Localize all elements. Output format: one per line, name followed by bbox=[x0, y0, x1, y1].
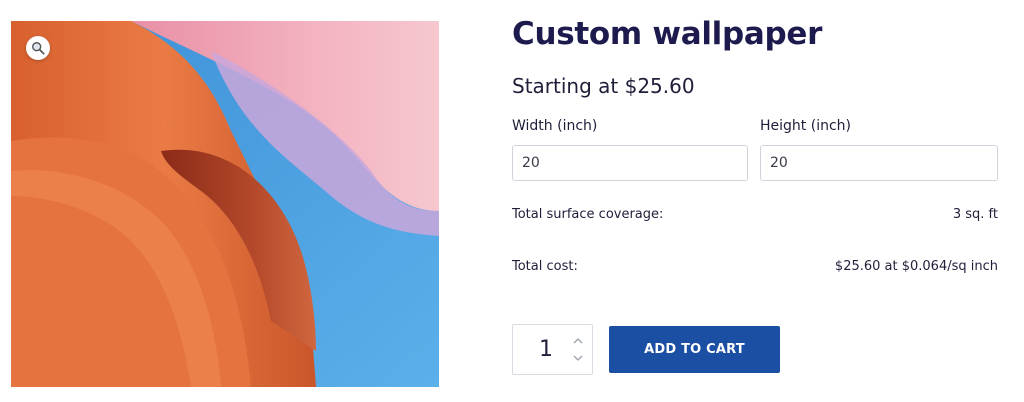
magnifier-icon bbox=[32, 42, 45, 55]
product-image[interactable] bbox=[11, 21, 439, 387]
width-label: Width (inch) bbox=[512, 118, 598, 134]
cost-value: $25.60 at $0.064/sq inch bbox=[834, 259, 998, 274]
height-input[interactable] bbox=[760, 145, 998, 181]
cost-label: Total cost: bbox=[512, 259, 578, 274]
quantity-stepper[interactable]: 1 bbox=[512, 324, 593, 375]
product-title: Custom wallpaper bbox=[512, 16, 823, 52]
height-label: Height (inch) bbox=[760, 118, 851, 134]
add-to-cart-button[interactable]: ADD TO CART bbox=[609, 326, 780, 373]
coverage-label: Total surface coverage: bbox=[512, 207, 664, 222]
price-text: Starting at $25.60 bbox=[512, 74, 695, 98]
chevron-down-icon[interactable] bbox=[572, 353, 584, 363]
width-input[interactable] bbox=[512, 145, 748, 181]
chevron-up-icon[interactable] bbox=[572, 336, 584, 346]
wallpaper-photo bbox=[11, 21, 439, 387]
quantity-value[interactable]: 1 bbox=[539, 337, 553, 362]
zoom-button[interactable] bbox=[26, 36, 50, 60]
coverage-value: 3 sq. ft bbox=[952, 207, 998, 222]
